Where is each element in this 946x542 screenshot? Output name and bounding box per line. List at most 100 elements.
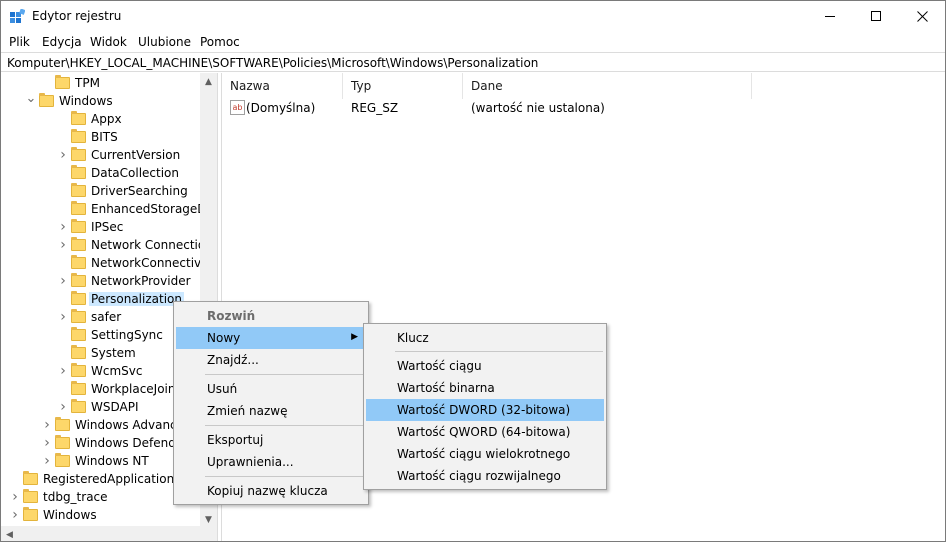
tree-item[interactable]: › WcmSvc bbox=[57, 362, 144, 380]
tree-item-label: System bbox=[91, 346, 136, 360]
menu-separator bbox=[205, 476, 365, 477]
tree-item[interactable]: BITS bbox=[57, 128, 120, 146]
tree-item-label: SettingSync bbox=[91, 328, 163, 342]
tree-item[interactable]: NetworkConnectivit bbox=[57, 254, 211, 272]
menu-view[interactable]: Widok bbox=[90, 35, 127, 49]
column-header-type[interactable]: Typ bbox=[343, 73, 463, 99]
ctx-new[interactable]: Nowy ▶ bbox=[176, 327, 366, 349]
chevron-right-icon[interactable]: › bbox=[57, 218, 69, 236]
tree-item[interactable]: › Windows Defende bbox=[41, 434, 185, 452]
close-button[interactable] bbox=[899, 1, 945, 32]
context-menu: Rozwiń Nowy ▶ Znajdź... Usuń Zmień nazwę… bbox=[173, 301, 369, 505]
folder-icon bbox=[23, 471, 38, 485]
ctx-delete[interactable]: Usuń bbox=[176, 378, 366, 400]
submenu-arrow-icon: ▶ bbox=[351, 332, 358, 342]
address-path[interactable]: Komputer\HKEY_LOCAL_MACHINE\SOFTWARE\Pol… bbox=[7, 56, 538, 70]
tree-item[interactable]: ⌄ Windows bbox=[25, 89, 115, 110]
scroll-left-arrow-icon[interactable]: ◀ bbox=[1, 526, 18, 541]
menu-separator bbox=[205, 374, 365, 375]
tree-item-label: TPM bbox=[75, 76, 100, 90]
tree-item[interactable]: DataCollection bbox=[57, 164, 181, 182]
scroll-up-arrow-icon[interactable]: ▲ bbox=[200, 73, 217, 90]
tree-item[interactable]: › Windows bbox=[9, 506, 99, 524]
new-string-value[interactable]: Wartość ciągu bbox=[366, 355, 604, 377]
folder-icon bbox=[55, 75, 70, 89]
menu-file[interactable]: Plik bbox=[9, 35, 30, 49]
new-dword-value[interactable]: Wartość DWORD (32-bitowa) bbox=[366, 399, 604, 421]
chevron-right-icon[interactable]: › bbox=[9, 488, 21, 506]
menu-bar: Plik Edycja Widok Ulubione Pomoc bbox=[1, 32, 945, 52]
tree-item[interactable]: System bbox=[57, 344, 138, 362]
new-expandable-string-value[interactable]: Wartość ciągu rozwijalnego bbox=[366, 465, 604, 487]
tree-item[interactable]: › Network Connection bbox=[57, 236, 215, 254]
column-header-data[interactable]: Dane bbox=[463, 73, 752, 99]
value-data: (wartość nie ustalona) bbox=[471, 101, 605, 115]
tree-item[interactable]: › IPSec bbox=[57, 218, 125, 236]
tree-item[interactable]: Personalization bbox=[57, 290, 184, 308]
menu-help[interactable]: Pomoc bbox=[200, 35, 240, 49]
tree-item[interactable]: › Windows Advance bbox=[41, 416, 186, 434]
tree-item[interactable]: › CurrentVersion bbox=[57, 146, 182, 164]
chevron-right-icon[interactable]: › bbox=[9, 506, 21, 524]
tree-item[interactable]: SettingSync bbox=[57, 326, 165, 344]
window-title: Edytor rejestru bbox=[32, 9, 122, 23]
ctx-copy-key-name[interactable]: Kopiuj nazwę klucza bbox=[176, 480, 366, 502]
ctx-export[interactable]: Eksportuj bbox=[176, 429, 366, 451]
chevron-right-icon[interactable]: › bbox=[57, 398, 69, 416]
chevron-right-icon[interactable]: › bbox=[57, 308, 69, 326]
tree-item[interactable]: RegisteredApplications bbox=[9, 470, 182, 488]
tree-horizontal-scrollbar[interactable]: ◀ bbox=[1, 526, 217, 541]
chevron-right-icon[interactable]: › bbox=[41, 416, 53, 434]
chevron-right-icon[interactable]: › bbox=[41, 452, 53, 470]
tree-item-label: WcmSvc bbox=[91, 364, 143, 378]
folder-icon bbox=[71, 363, 86, 377]
new-multi-string-value[interactable]: Wartość ciągu wielokrotnego bbox=[366, 443, 604, 465]
chevron-down-icon[interactable]: ⌄ bbox=[25, 89, 37, 107]
tree-item[interactable]: WorkplaceJoin bbox=[57, 380, 178, 398]
chevron-right-icon[interactable]: › bbox=[57, 236, 69, 254]
folder-icon bbox=[23, 489, 38, 503]
folder-icon bbox=[71, 183, 86, 197]
folder-icon bbox=[71, 129, 86, 143]
title-bar: Edytor rejestru bbox=[1, 1, 945, 32]
chevron-right-icon[interactable]: › bbox=[57, 272, 69, 290]
address-bar[interactable]: Komputer\HKEY_LOCAL_MACHINE\SOFTWARE\Pol… bbox=[1, 52, 945, 72]
tree-item-label: safer bbox=[91, 310, 122, 324]
ctx-permissions[interactable]: Uprawnienia... bbox=[176, 451, 366, 473]
tree-item[interactable]: EnhancedStorageDe bbox=[57, 200, 216, 218]
menu-edit[interactable]: Edycja bbox=[42, 35, 82, 49]
tree-item[interactable]: › tdbg_trace bbox=[9, 488, 110, 506]
tree-item-label: EnhancedStorageDe bbox=[91, 202, 214, 216]
maximize-button[interactable] bbox=[853, 1, 899, 32]
chevron-right-icon[interactable]: › bbox=[57, 146, 69, 164]
ctx-expand[interactable]: Rozwiń bbox=[176, 305, 366, 327]
new-qword-value[interactable]: Wartość QWORD (64-bitowa) bbox=[366, 421, 604, 443]
chevron-right-icon[interactable]: › bbox=[41, 434, 53, 452]
tree-item-label: NetworkProvider bbox=[91, 274, 191, 288]
folder-icon bbox=[23, 507, 38, 521]
tree-item[interactable]: › NetworkProvider bbox=[57, 272, 193, 290]
folder-icon bbox=[71, 147, 86, 161]
new-key[interactable]: Klucz bbox=[366, 327, 604, 349]
column-header-name[interactable]: Nazwa bbox=[222, 73, 343, 99]
new-binary-value[interactable]: Wartość binarna bbox=[366, 377, 604, 399]
registry-app-icon bbox=[10, 9, 25, 23]
tree-item[interactable]: › Windows NT bbox=[41, 452, 151, 470]
menu-favorites[interactable]: Ulubione bbox=[138, 35, 191, 49]
tree-item-label: Windows bbox=[59, 94, 113, 108]
tree-item[interactable]: › safer bbox=[57, 308, 123, 326]
tree-item[interactable]: › WSDAPI bbox=[57, 398, 141, 416]
chevron-right-icon[interactable]: › bbox=[57, 362, 69, 380]
tree-item-label: Windows Defende bbox=[75, 436, 184, 450]
tree-item[interactable]: TPM bbox=[41, 74, 102, 92]
folder-icon bbox=[55, 453, 70, 467]
list-item[interactable]: ab (Domyślna) REG_SZ (wartość nie ustalo… bbox=[222, 99, 942, 117]
minimize-button[interactable] bbox=[807, 1, 853, 32]
folder-icon bbox=[71, 219, 86, 233]
folder-icon bbox=[71, 237, 86, 251]
tree-item[interactable]: DriverSearching bbox=[57, 182, 190, 200]
tree-item[interactable]: Appx bbox=[57, 110, 124, 128]
ctx-rename[interactable]: Zmień nazwę bbox=[176, 400, 366, 422]
ctx-find[interactable]: Znajdź... bbox=[176, 349, 366, 371]
